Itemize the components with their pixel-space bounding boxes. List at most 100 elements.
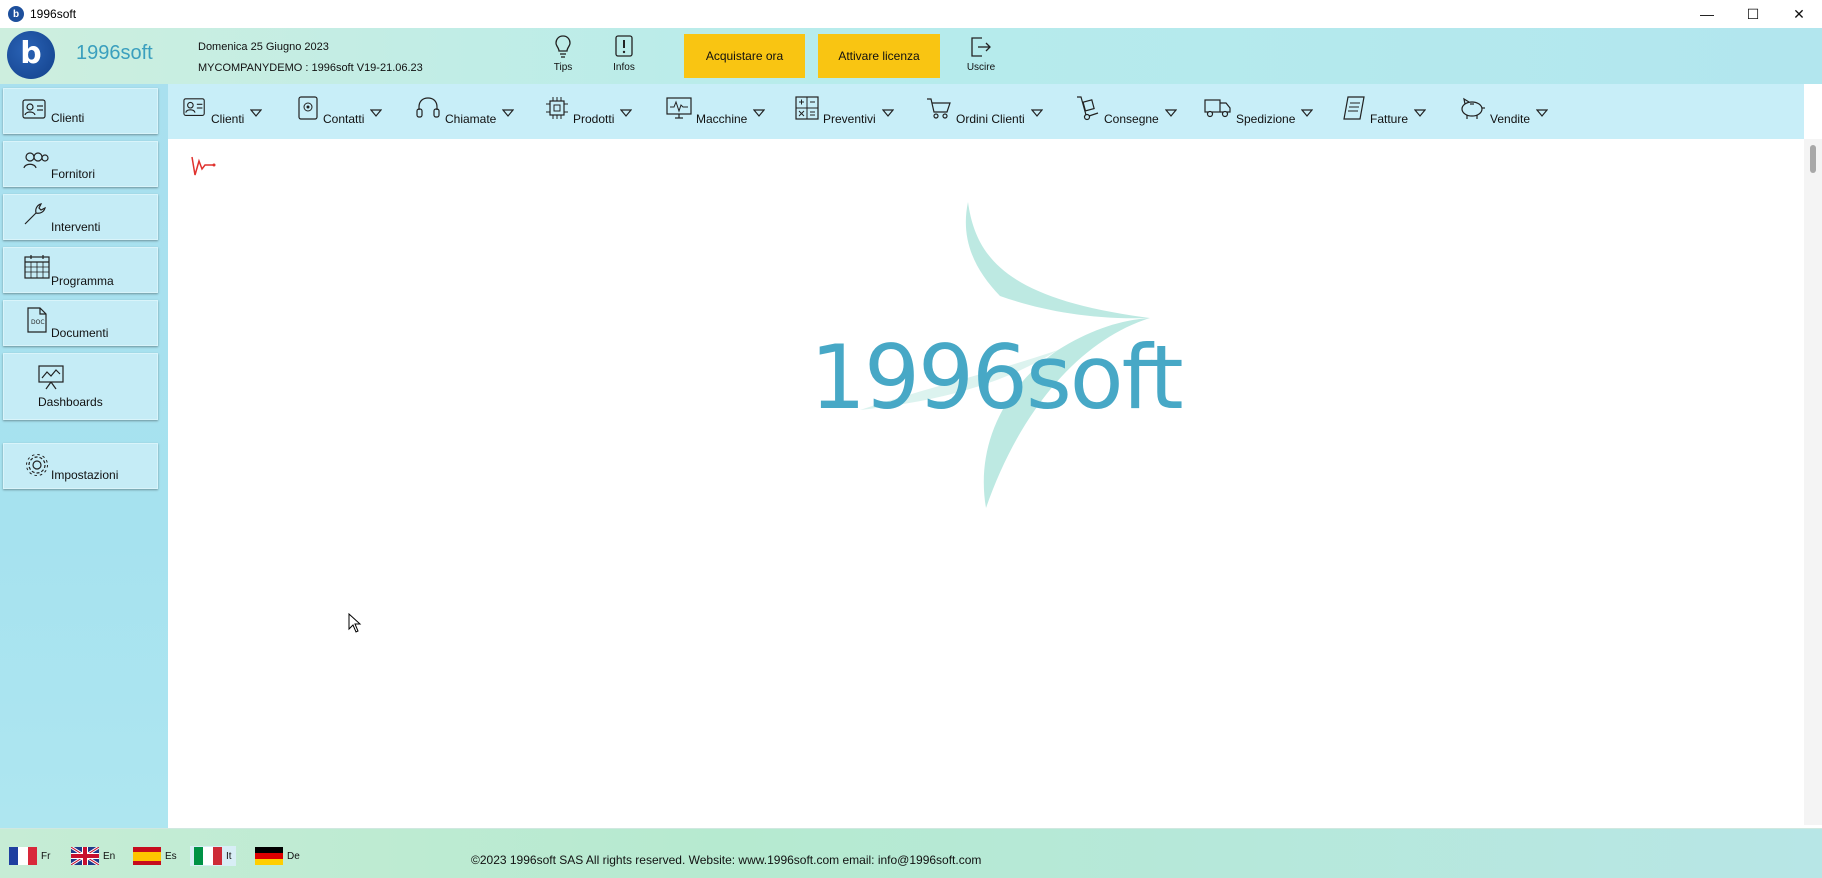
window-titlebar: b 1996soft — ☐ ✕ (0, 0, 1822, 28)
chevron-down-icon (753, 108, 766, 117)
language-code: It (226, 850, 232, 862)
chevron-down-icon (1536, 108, 1549, 117)
chip-icon (546, 96, 568, 119)
calendar-icon (24, 255, 50, 279)
menu-spedizione[interactable]: Spedizione (1204, 84, 1314, 139)
app-logo: b (7, 31, 55, 79)
monitor-icon (666, 96, 692, 119)
brand-watermark-logo: 1996soft (800, 200, 1184, 510)
sidebar-item-programma[interactable]: Programma (3, 247, 158, 293)
chevron-down-icon (370, 108, 383, 117)
sidebar-item-interventi[interactable]: Interventi (3, 194, 158, 240)
sidebar-item-label: Dashboards (38, 395, 103, 409)
chevron-down-icon (250, 108, 263, 117)
menu-macchine[interactable]: Macchine (666, 84, 766, 139)
flag-germany-icon (255, 847, 283, 865)
menu-label: Fatture (1370, 111, 1409, 126)
scrollbar-thumb[interactable] (1810, 145, 1816, 173)
presentation-icon (38, 365, 64, 390)
infos-label: Infos (613, 62, 635, 73)
sidebar-item-impostazioni[interactable]: Impostazioni (3, 443, 158, 489)
close-button[interactable]: ✕ (1776, 0, 1822, 28)
language-code: Fr (41, 850, 51, 862)
menu-preventivi[interactable]: Preventivi (795, 84, 894, 139)
flag-france-icon (9, 847, 37, 865)
language-code: Es (165, 850, 177, 862)
flag-italy-icon (194, 847, 222, 865)
calculator-icon (795, 95, 819, 120)
contact-card-icon (183, 97, 205, 116)
sidebar-item-dashboards[interactable]: Dashboards (3, 353, 158, 420)
language-fr[interactable]: Fr (9, 846, 50, 866)
menu-label: Spedizione (1236, 111, 1296, 126)
menu-chiamate[interactable]: Chiamate (415, 84, 515, 139)
menu-ordini-clienti[interactable]: Ordini Clienti (926, 84, 1043, 139)
vertical-scrollbar[interactable] (1804, 139, 1822, 825)
menu-clienti[interactable]: Clienti (183, 84, 263, 139)
minimize-button[interactable]: — (1684, 0, 1730, 28)
flag-spain-icon (133, 847, 161, 865)
contact-card-icon (22, 99, 46, 119)
window-title: 1996soft (30, 7, 77, 21)
maximize-button[interactable]: ☐ (1730, 0, 1776, 28)
sidebar-item-label: Interventi (51, 220, 101, 234)
tips-label: Tips (553, 62, 573, 73)
brand-watermark-text: 1996soft (810, 326, 1184, 429)
sidebar: Clienti Fornitori Interventi Programma D… (0, 84, 168, 828)
language-de[interactable]: De (255, 846, 300, 866)
menu-contatti[interactable]: Contatti (297, 84, 383, 139)
menu-vendite[interactable]: Vendite (1458, 84, 1549, 139)
menu-label: Clienti (211, 111, 245, 126)
menu-label: Ordini Clienti (956, 111, 1025, 126)
language-code: En (103, 850, 116, 862)
language-en[interactable]: En (71, 846, 115, 866)
logo-letter: b (20, 35, 42, 71)
activity-pulse-icon[interactable] (190, 153, 218, 179)
language-es[interactable]: Es (133, 846, 177, 866)
activate-license-button[interactable]: Attivare licenza (818, 34, 940, 78)
logout-icon (971, 37, 991, 57)
hand-truck-icon (1077, 95, 1099, 120)
menu-label: Preventivi (823, 111, 876, 126)
wrench-icon (24, 203, 46, 225)
menu-fatture[interactable]: Fatture (1342, 84, 1427, 139)
chevron-down-icon (1301, 108, 1314, 117)
chevron-down-icon (1164, 108, 1177, 117)
tips-button[interactable]: Tips (543, 34, 583, 78)
flag-uk-icon (71, 847, 99, 865)
menu-prodotti[interactable]: Prodotti (545, 84, 633, 139)
cart-icon (927, 97, 951, 119)
sidebar-item-label: Fornitori (51, 167, 96, 181)
people-icon (23, 152, 49, 169)
language-it[interactable]: It (190, 846, 236, 866)
sidebar-item-fornitori[interactable]: Fornitori (3, 141, 158, 187)
main-menubar: Clienti Contatti Chiamate Prodotti Macch… (168, 84, 1804, 139)
infos-button[interactable]: Infos (604, 34, 644, 78)
logo-text: 1996soft (76, 42, 153, 64)
app-icon: b (8, 6, 24, 22)
app-header: b 1996soft Domenica 25 Giugno 2023 MYCOM… (0, 28, 1822, 84)
lightbulb-icon (555, 35, 571, 58)
sidebar-item-documenti[interactable]: DOC Documenti (3, 300, 158, 346)
sidebar-item-label: Documenti (51, 326, 109, 340)
chevron-down-icon (881, 108, 894, 117)
exit-button[interactable]: Uscire (961, 34, 1001, 78)
company-version: MYCOMPANYDEMO : 1996soft V19-21.06.23 (198, 62, 423, 74)
info-icon (615, 35, 633, 57)
mouse-cursor-icon (348, 613, 362, 633)
svg-text:DOC: DOC (31, 319, 45, 326)
sidebar-item-clienti[interactable]: Clienti (3, 88, 158, 134)
menu-consegne[interactable]: Consegne (1074, 84, 1177, 139)
gear-icon (26, 454, 48, 476)
chevron-down-icon (1414, 108, 1427, 117)
buy-now-button[interactable]: Acquistare ora (684, 34, 805, 78)
headset-icon (416, 96, 440, 118)
sidebar-item-label: Clienti (51, 111, 85, 125)
copyright-text: ©2023 1996soft SAS All rights reserved. … (471, 853, 982, 867)
app-footer: Fr En Es It De ©2023 1996soft SAS All ri… (0, 828, 1822, 878)
menu-label: Consegne (1104, 111, 1159, 126)
chevron-down-icon (620, 108, 633, 117)
current-date: Domenica 25 Giugno 2023 (198, 41, 329, 53)
document-icon: DOC (27, 307, 47, 333)
sidebar-item-label: Programma (51, 274, 114, 288)
